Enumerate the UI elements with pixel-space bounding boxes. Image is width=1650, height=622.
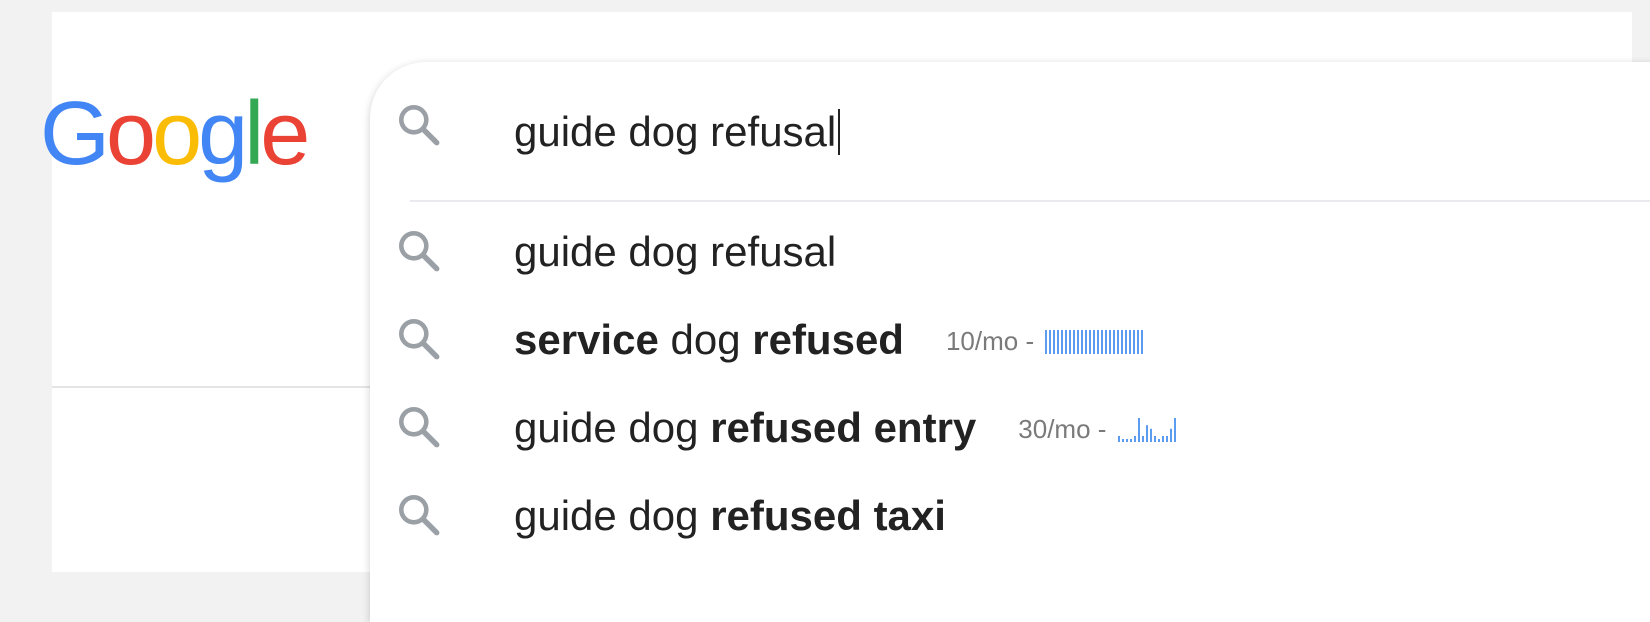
suggestion-text: guide dog refusal [514,226,836,278]
suggestion-text: guide dog refused taxi [514,490,946,542]
search-divider [410,200,1650,202]
trend-bar [1061,330,1064,354]
trend-bar [1141,436,1144,442]
search-icon [394,490,444,540]
suggestion-bold-part: service [514,316,659,363]
logo-letter: e [260,84,310,184]
search-volume: 10/mo - [946,315,1145,367]
trend-bar [1089,330,1092,354]
search-input[interactable]: guide dog refusal [514,106,841,158]
logo-letter: o [152,84,202,184]
trend-bar [1117,436,1120,442]
trend-bar [1073,330,1076,354]
suggestion-part: guide dog [514,404,711,451]
trend-bar [1125,439,1128,442]
search-volume-text: 10/mo - [945,326,1042,356]
suggestion-part: dog [658,316,753,363]
trend-bar [1129,439,1132,442]
trend-bar [1101,330,1104,354]
trend-bar [1097,330,1100,354]
suggestion-part: guide dog refusal [514,228,837,275]
trend-bar [1173,418,1176,442]
search-volume-text: 30/mo - [1018,414,1114,444]
trend-bar [1161,436,1164,442]
suggestion-item[interactable]: guide dog refused taxi [370,476,1650,564]
trend-bar [1133,436,1136,442]
trend-bar [1077,330,1080,354]
trend-bar [1113,330,1116,354]
suggestion-bold-part: refused taxi [710,492,946,539]
trend-bar [1137,418,1140,442]
search-box[interactable]: guide dog refusal guide dog refusal servi… [370,62,1650,622]
suggestion-bold-part: refused [752,316,904,363]
logo-letter: g [198,84,248,184]
suggestion-item[interactable]: service dog refused 10/mo - [370,300,1650,388]
text-caret [838,109,841,155]
trend-bar [1053,330,1056,354]
trend-bar [1121,330,1124,354]
google-logo[interactable]: Google [40,84,320,184]
search-icon [394,226,444,276]
trend-bar [1105,330,1108,354]
trend-bar [1093,330,1096,354]
trend-bar [1109,330,1112,354]
trend-bar [1149,428,1152,442]
logo-letter: o [106,84,156,184]
search-icon [394,100,444,150]
trend-bar [1169,428,1172,442]
suggestion-text: guide dog refused entry 30/mo - [514,402,1178,455]
trend-bar [1081,330,1084,354]
trend-bar [1069,330,1072,354]
logo-letter: l [244,84,264,184]
search-volume: 30/mo - [1018,403,1177,455]
search-icon [394,402,444,452]
trend-bar [1157,439,1160,442]
trend-sparkline [1117,418,1178,442]
search-query: guide dog refusal [514,108,837,155]
trend-bar [1049,330,1052,354]
suggestion-item[interactable]: guide dog refused entry 30/mo - [370,388,1650,476]
trend-bar [1117,330,1120,354]
trend-bar [1065,330,1068,354]
search-input-row[interactable]: guide dog refusal [370,62,1650,198]
trend-bar [1045,330,1048,354]
trend-bar [1137,330,1140,354]
search-icon [394,314,444,364]
trend-bar [1085,330,1088,354]
suggestion-item[interactable]: guide dog refusal [370,212,1650,300]
trend-bar [1145,425,1148,442]
suggestion-bold-part: refused entry [710,404,977,451]
trend-bar [1165,436,1168,442]
header-divider [52,386,392,388]
trend-bar [1141,330,1144,354]
trend-bar [1133,330,1136,354]
trend-bar [1153,436,1156,442]
trend-bar [1121,439,1124,442]
suggestion-text: service dog refused 10/mo - [514,314,1145,367]
trend-bar [1125,330,1128,354]
suggestion-part: guide dog [514,492,711,539]
trend-bar [1129,330,1132,354]
trend-bar [1057,330,1060,354]
logo-letter: G [40,84,110,184]
trend-sparkline [1045,330,1145,354]
